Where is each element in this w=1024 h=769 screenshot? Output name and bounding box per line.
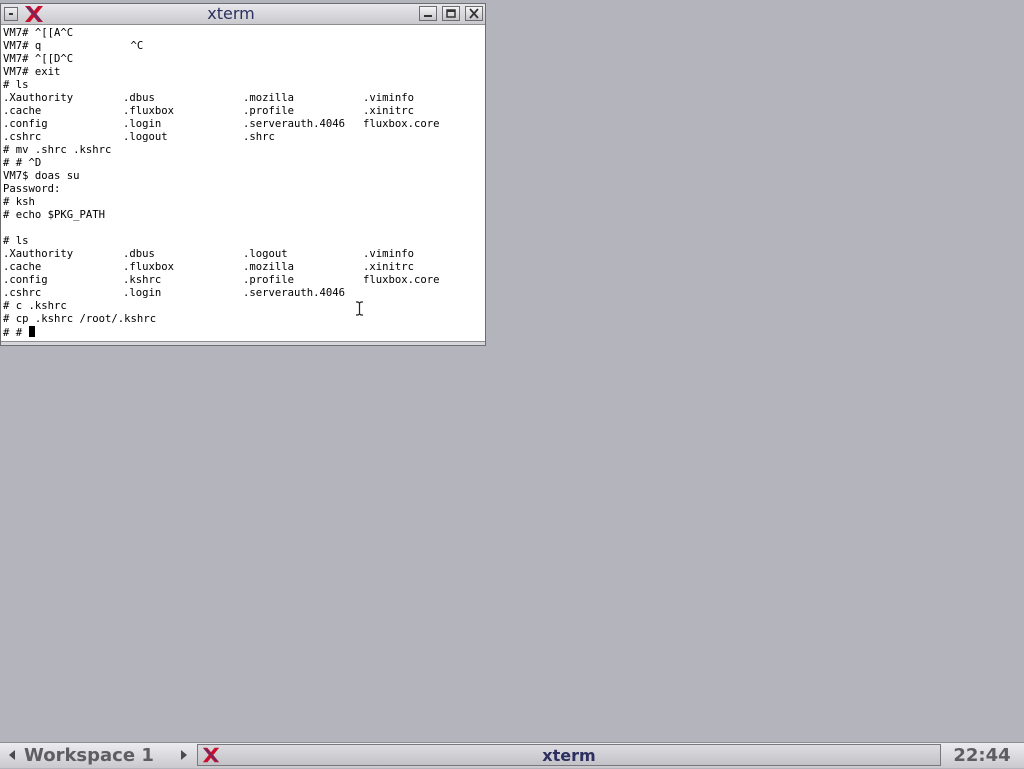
terminal-ls-entry: fluxbox.core — [363, 118, 440, 130]
terminal-ls-entry: .Xauthority — [3, 92, 74, 104]
terminal-line: # cp .kshrc /root/.kshrc — [3, 313, 156, 326]
taskbar-item-xterm[interactable]: xterm — [197, 744, 941, 766]
terminal-line: VM7# ^[[A^C — [3, 27, 73, 40]
terminal-ls-entry: .mozilla — [243, 261, 295, 273]
minimize-icon — [424, 15, 432, 17]
terminal-line-text: VM7$ doas su — [3, 170, 80, 182]
toolbar: Workspace 1 xterm 22:44 — [0, 742, 1024, 768]
minimize-button[interactable] — [419, 6, 437, 21]
terminal-line: # ls — [3, 235, 29, 248]
clock: 22:44 — [953, 745, 1011, 766]
maximize-button[interactable] — [442, 6, 460, 21]
terminal-ls-entry: .cshrc — [3, 287, 42, 299]
terminal-ls-entry: .profile — [243, 274, 295, 286]
terminal-line: # # — [3, 326, 35, 339]
terminal-line: VM7# q ^C — [3, 40, 143, 53]
terminal-ls-entry: .serverauth.4046 — [243, 287, 346, 299]
window-menu-icon — [9, 13, 13, 15]
terminal-line-text: Password: — [3, 183, 61, 195]
terminal-ls-entry: .shrc — [243, 131, 275, 143]
terminal-ls-entry: .login — [123, 118, 162, 130]
terminal-line: VM7# exit — [3, 66, 60, 79]
taskbar-item-label: xterm — [542, 746, 596, 765]
terminal-line: # ksh — [3, 196, 35, 209]
terminal-ls-entry: .serverauth.4046 — [243, 118, 346, 130]
terminal-ls-entry: fluxbox.core — [363, 274, 440, 286]
ibeam-cursor-icon — [356, 301, 363, 316]
terminal-line: # mv .shrc .kshrc — [3, 144, 111, 157]
xterm-window[interactable]: xterm VM7# ^[[A^CVM7# q ^CVM7# ^[[D^C — [0, 3, 486, 346]
terminal-line-text: # echo $PKG_PATH — [3, 209, 106, 221]
terminal-ls-entry: .dbus — [123, 248, 155, 260]
terminal-line-text: # ls — [3, 79, 29, 91]
terminal-line-text: # ls — [3, 235, 29, 247]
window-title: xterm — [207, 4, 255, 23]
x-logo-icon — [25, 6, 43, 22]
terminal-line-text: VM7# ^[[D^C — [3, 53, 74, 65]
terminal-ls-entry: .cache — [3, 105, 42, 117]
terminal-line-text: # c .kshrc — [3, 300, 67, 312]
terminal-ls-entry: .profile — [243, 105, 295, 117]
terminal-line-text: VM7# q ^C — [3, 40, 144, 52]
terminal-output[interactable]: VM7# ^[[A^C VM7# q ^C VM7# ^[[D^C VM7# exit… — [3, 27, 483, 345]
terminal-ls-entry: .fluxbox — [123, 105, 175, 117]
workspace-next-button[interactable] — [179, 749, 189, 761]
window-resize-border[interactable] — [1, 341, 485, 345]
terminal-line-text: VM7# ^[[A^C — [3, 27, 74, 39]
terminal-line: # echo $PKG_PATH — [3, 209, 105, 222]
terminal-ls-entry: .mozilla — [243, 92, 295, 104]
terminal-ls-entry: .kshrc — [123, 274, 162, 286]
terminal-ls-entry: .xinitrc — [363, 105, 415, 117]
x-logo-icon — [202, 747, 220, 763]
terminal-ls-entry: .cache — [3, 261, 42, 273]
terminal-line-text: # # — [3, 327, 29, 339]
terminal-line: VM7# ^[[D^C — [3, 53, 73, 66]
maximize-icon — [446, 9, 456, 18]
terminal-ls-entry: .config — [3, 274, 48, 286]
terminal-ls-entry: .cshrc — [3, 131, 42, 143]
terminal-ls-entry: .Xauthority — [3, 248, 74, 260]
terminal-ls-entry: .login — [123, 287, 162, 299]
window-menu-button[interactable] — [4, 7, 18, 21]
terminal-line-text: VM7# exit — [3, 66, 61, 78]
terminal-line-text: # # ^D — [3, 157, 42, 169]
close-button[interactable] — [465, 6, 483, 21]
workspace-name[interactable]: Workspace 1 — [24, 743, 174, 769]
terminal-line: VM7$ doas su — [3, 170, 80, 183]
terminal-line: # c .kshrc — [3, 300, 67, 313]
terminal-ls-entry: .fluxbox — [123, 261, 175, 273]
text-cursor — [28, 326, 35, 337]
terminal-line: # ls — [3, 79, 29, 92]
terminal-line: Password: — [3, 183, 60, 196]
window-titlebar[interactable]: xterm — [1, 4, 485, 25]
desktop[interactable]: xterm VM7# ^[[A^CVM7# q ^CVM7# ^[[D^C — [0, 0, 1024, 768]
workspace-prev-button[interactable] — [7, 749, 17, 761]
terminal-ls-entry: .logout — [243, 248, 288, 260]
terminal-ls-entry: .viminfo — [363, 92, 415, 104]
terminal-line-text: # cp .kshrc /root/.kshrc — [3, 313, 157, 325]
terminal-ls-entry: .logout — [123, 131, 168, 143]
terminal-ls-entry: .dbus — [123, 92, 155, 104]
terminal-ls-entry: .viminfo — [363, 248, 415, 260]
terminal-ls-entry: .xinitrc — [363, 261, 415, 273]
terminal-line-text: # mv .shrc .kshrc — [3, 144, 112, 156]
close-icon — [469, 8, 479, 19]
terminal-ls-entry: .config — [3, 118, 48, 130]
terminal-line: # # ^D — [3, 157, 41, 170]
terminal-line-text: # ksh — [3, 196, 35, 208]
